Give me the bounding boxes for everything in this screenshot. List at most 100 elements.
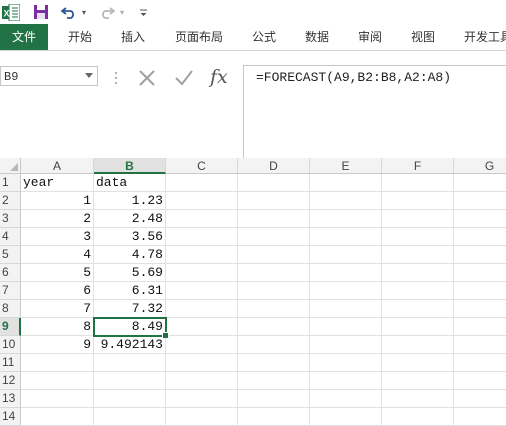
cell-c5[interactable] <box>166 246 238 264</box>
cell-a10[interactable]: 9 <box>21 336 94 354</box>
row-header-3[interactable]: 3 <box>0 210 21 228</box>
cell-d4[interactable] <box>238 228 310 246</box>
cell-b5[interactable]: 4.78 <box>94 246 166 264</box>
column-header-f[interactable]: F <box>382 158 454 174</box>
cell-e14[interactable] <box>310 408 382 426</box>
cell-a11[interactable] <box>21 354 94 372</box>
cell-c9[interactable] <box>166 318 238 336</box>
cell-c2[interactable] <box>166 192 238 210</box>
undo-dropdown-icon[interactable]: ▾ <box>80 3 88 21</box>
cell-e4[interactable] <box>310 228 382 246</box>
cell-d12[interactable] <box>238 372 310 390</box>
cell-d10[interactable] <box>238 336 310 354</box>
row-header-6[interactable]: 6 <box>0 264 21 282</box>
tab-developer[interactable]: 开发工具 <box>464 24 506 50</box>
cell-d6[interactable] <box>238 264 310 282</box>
cell-e8[interactable] <box>310 300 382 318</box>
cell-b2[interactable]: 1.23 <box>94 192 166 210</box>
name-box[interactable]: B9 <box>0 66 98 86</box>
cell-b11[interactable] <box>94 354 166 372</box>
cell-c4[interactable] <box>166 228 238 246</box>
row-header-14[interactable]: 14 <box>0 408 21 426</box>
cell-d14[interactable] <box>238 408 310 426</box>
cell-a4[interactable]: 3 <box>21 228 94 246</box>
cell-g5[interactable] <box>454 246 506 264</box>
cell-g10[interactable] <box>454 336 506 354</box>
row-header-8[interactable]: 8 <box>0 300 21 318</box>
cell-f6[interactable] <box>382 264 454 282</box>
name-box-dropdown-icon[interactable] <box>85 73 93 78</box>
undo-icon[interactable] <box>60 3 78 21</box>
row-header-7[interactable]: 7 <box>0 282 21 300</box>
row-header-12[interactable]: 12 <box>0 372 21 390</box>
cell-a3[interactable]: 2 <box>21 210 94 228</box>
cell-d5[interactable] <box>238 246 310 264</box>
cell-a13[interactable] <box>21 390 94 408</box>
cell-b9[interactable]: 8.49 <box>94 318 166 336</box>
formula-input[interactable]: =FORECAST(A9,B2:B8,A2:A8) <box>243 65 506 159</box>
cell-d3[interactable] <box>238 210 310 228</box>
cell-d7[interactable] <box>238 282 310 300</box>
row-header-5[interactable]: 5 <box>0 246 21 264</box>
cell-g3[interactable] <box>454 210 506 228</box>
cell-f12[interactable] <box>382 372 454 390</box>
cell-b14[interactable] <box>94 408 166 426</box>
cell-g13[interactable] <box>454 390 506 408</box>
row-header-10[interactable]: 10 <box>0 336 21 354</box>
cell-b3[interactable]: 2.48 <box>94 210 166 228</box>
row-header-13[interactable]: 13 <box>0 390 21 408</box>
cell-g9[interactable] <box>454 318 506 336</box>
cell-c13[interactable] <box>166 390 238 408</box>
cell-a14[interactable] <box>21 408 94 426</box>
cell-f11[interactable] <box>382 354 454 372</box>
column-header-g[interactable]: G <box>454 158 506 174</box>
cell-g1[interactable] <box>454 174 506 192</box>
cell-g8[interactable] <box>454 300 506 318</box>
cell-e1[interactable] <box>310 174 382 192</box>
cell-e12[interactable] <box>310 372 382 390</box>
cell-c12[interactable] <box>166 372 238 390</box>
cell-b13[interactable] <box>94 390 166 408</box>
cell-a12[interactable] <box>21 372 94 390</box>
cell-c1[interactable] <box>166 174 238 192</box>
tab-view[interactable]: 视图 <box>411 24 435 50</box>
cell-c7[interactable] <box>166 282 238 300</box>
cell-g14[interactable] <box>454 408 506 426</box>
cell-g2[interactable] <box>454 192 506 210</box>
cell-d2[interactable] <box>238 192 310 210</box>
cell-b7[interactable]: 6.31 <box>94 282 166 300</box>
cell-e10[interactable] <box>310 336 382 354</box>
cell-g7[interactable] <box>454 282 506 300</box>
cell-f2[interactable] <box>382 192 454 210</box>
save-icon[interactable] <box>32 3 50 21</box>
cell-g11[interactable] <box>454 354 506 372</box>
cell-e3[interactable] <box>310 210 382 228</box>
cell-c6[interactable] <box>166 264 238 282</box>
cell-g6[interactable] <box>454 264 506 282</box>
cell-f14[interactable] <box>382 408 454 426</box>
column-header-d[interactable]: D <box>238 158 310 174</box>
cell-e11[interactable] <box>310 354 382 372</box>
cell-c10[interactable] <box>166 336 238 354</box>
cell-b1[interactable]: data <box>94 174 166 192</box>
cell-c14[interactable] <box>166 408 238 426</box>
cell-e9[interactable] <box>310 318 382 336</box>
select-all-corner[interactable] <box>0 158 21 174</box>
redo-icon[interactable] <box>98 3 116 21</box>
column-header-b[interactable]: B <box>94 158 166 174</box>
cell-b4[interactable]: 3.56 <box>94 228 166 246</box>
cell-d11[interactable] <box>238 354 310 372</box>
cell-e2[interactable] <box>310 192 382 210</box>
cell-e13[interactable] <box>310 390 382 408</box>
cell-f8[interactable] <box>382 300 454 318</box>
cell-f3[interactable] <box>382 210 454 228</box>
tab-page-layout[interactable]: 页面布局 <box>175 24 223 50</box>
row-header-9[interactable]: 9 <box>0 318 21 336</box>
cell-g12[interactable] <box>454 372 506 390</box>
cell-b6[interactable]: 5.69 <box>94 264 166 282</box>
row-header-4[interactable]: 4 <box>0 228 21 246</box>
cell-a1[interactable]: year <box>21 174 94 192</box>
tab-formulas[interactable]: 公式 <box>252 24 276 50</box>
cell-f4[interactable] <box>382 228 454 246</box>
cell-c8[interactable] <box>166 300 238 318</box>
